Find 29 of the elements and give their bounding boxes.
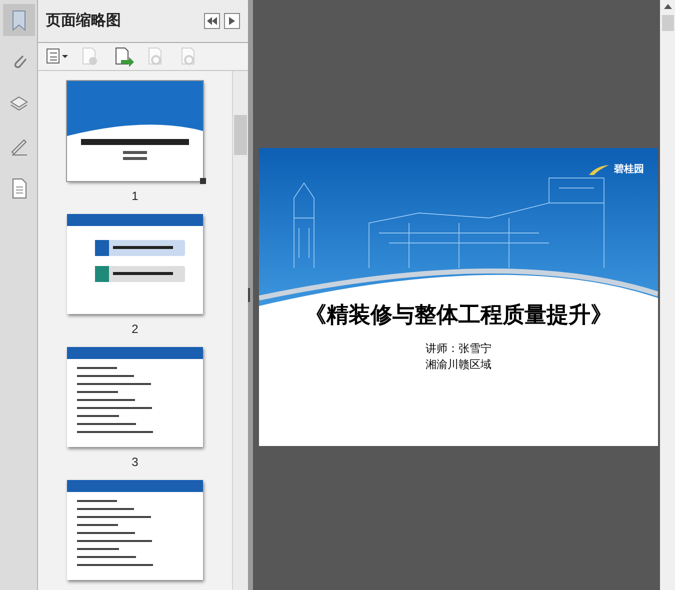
next-button[interactable] bbox=[224, 13, 240, 29]
swoosh-logo-icon bbox=[588, 164, 610, 176]
panel-title: 页面缩略图 bbox=[46, 10, 121, 31]
scrollbar[interactable] bbox=[232, 71, 248, 590]
page-thumbnail[interactable] bbox=[67, 81, 203, 181]
slide-title: 《精装修与整体工程质量提升》 bbox=[304, 301, 612, 329]
double-left-icon bbox=[207, 17, 217, 25]
toolbar-button[interactable] bbox=[46, 46, 68, 66]
scrollbar-thumb[interactable] bbox=[662, 15, 674, 31]
right-arrow-icon bbox=[229, 17, 235, 25]
vertical-scrollbar[interactable] bbox=[660, 0, 675, 590]
logo-text: 碧桂园 bbox=[614, 162, 644, 177]
slide-text: 讲师：张雪宁 bbox=[426, 342, 492, 357]
up-arrow-icon[interactable] bbox=[664, 4, 672, 9]
page-number: 3 bbox=[132, 454, 138, 471]
slide-text: 湘渝川赣区域 bbox=[426, 358, 492, 373]
page-insert-icon bbox=[113, 46, 134, 66]
page-thumbnail[interactable] bbox=[67, 214, 203, 314]
page-icon bbox=[10, 178, 28, 198]
bookmark-icon bbox=[10, 10, 28, 30]
page-thumbnail[interactable] bbox=[67, 347, 203, 447]
collapse-button[interactable] bbox=[204, 13, 220, 29]
sidebar-tool[interactable] bbox=[2, 4, 34, 36]
list-options-icon bbox=[46, 46, 68, 66]
page-thumbnail[interactable] bbox=[67, 480, 203, 580]
resize-handle[interactable] bbox=[200, 178, 206, 184]
page-number: 2 bbox=[132, 321, 138, 338]
toolbar-button[interactable] bbox=[113, 46, 134, 66]
page-number: 1 bbox=[132, 188, 138, 205]
